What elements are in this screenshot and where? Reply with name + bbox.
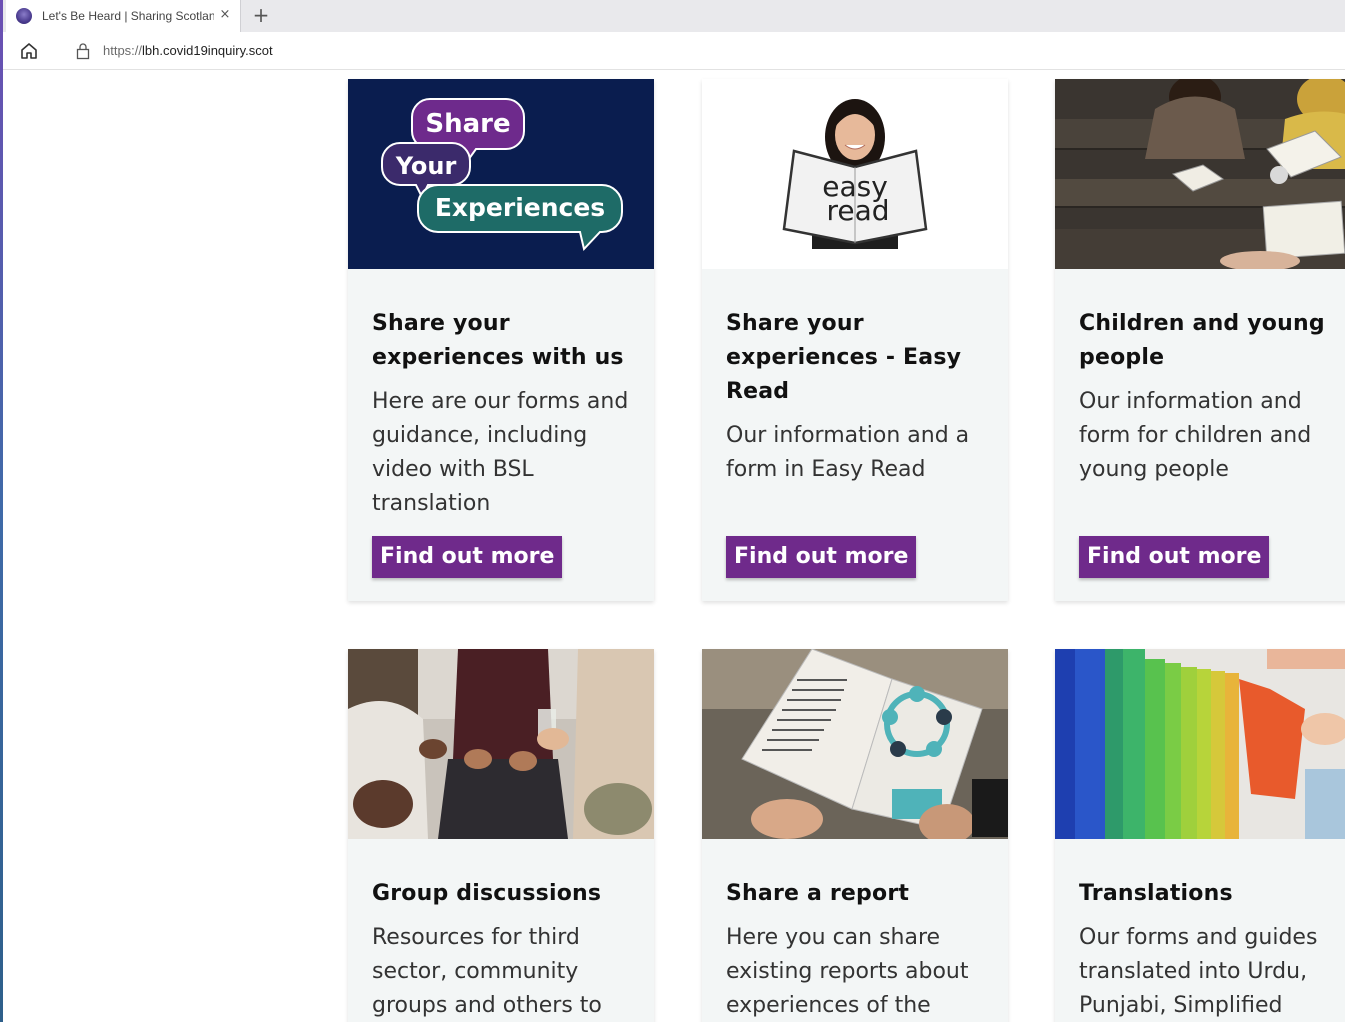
young-people-photo xyxy=(1055,79,1345,269)
easy-read-read-text: read xyxy=(826,194,889,227)
card-title: Share a report xyxy=(726,881,910,906)
logo-experiences-text: Experiences xyxy=(435,193,605,222)
new-tab-icon[interactable]: + xyxy=(251,5,271,25)
address-bar: https://lbh.covid19inquiry.scot xyxy=(3,32,1345,70)
card-description: Our forms and guides translated into Urd… xyxy=(1079,925,1318,1018)
site-favicon-icon xyxy=(16,8,32,24)
easy-read-photo: easy read xyxy=(702,79,1008,269)
find-out-more-button[interactable]: Find out more xyxy=(726,536,917,578)
card-title: Translations xyxy=(1079,881,1233,906)
card-share-experiences: Share Your Experiences Share your experi… xyxy=(348,79,654,601)
card-title: Share your experiences - Easy Read xyxy=(726,311,962,404)
home-icon[interactable] xyxy=(19,41,39,61)
card-description: Our information and form for children an… xyxy=(1079,389,1312,482)
card-description: Our information and a form in Easy Read xyxy=(726,423,970,482)
card-title: Children and young people xyxy=(1079,311,1325,370)
card-title: Share your experiences with us xyxy=(372,311,624,370)
card-translations: Translations Our forms and guides transl… xyxy=(1055,649,1345,1022)
browser-tab[interactable]: Let's Be Heard | Sharing Scotland × xyxy=(6,0,241,32)
card-description: Here you can share existing reports abou… xyxy=(726,925,969,1018)
report-photo xyxy=(702,649,1008,839)
tab-title: Let's Be Heard | Sharing Scotland xyxy=(42,9,214,23)
lock-icon[interactable] xyxy=(75,42,91,60)
card-easy-read: easy read Share your experiences - Easy … xyxy=(702,79,1008,601)
window-edge xyxy=(0,0,3,1022)
url-host: lbh.covid19inquiry.scot xyxy=(142,43,273,58)
close-tab-icon[interactable]: × xyxy=(218,8,232,22)
card-description: Resources for third sector, community gr… xyxy=(372,925,602,1018)
card-children-young-people: Children and young people Our informatio… xyxy=(1055,79,1345,601)
find-out-more-button[interactable]: Find out more xyxy=(372,536,563,578)
card-description: Here are our forms and guidance, includi… xyxy=(372,389,629,516)
find-out-more-button[interactable]: Find out more xyxy=(1079,536,1270,578)
books-photo xyxy=(1055,649,1345,839)
card-share-report: Share a report Here you can share existi… xyxy=(702,649,1008,1022)
card-group-discussions: Group discussions Resources for third se… xyxy=(348,649,654,1022)
card-title: Group discussions xyxy=(372,881,602,906)
logo-share-text: Share xyxy=(425,109,510,139)
url-scheme: https:// xyxy=(103,43,143,58)
share-your-experiences-logo: Share Your Experiences xyxy=(348,79,654,269)
tab-bar: Let's Be Heard | Sharing Scotland × + xyxy=(3,0,1345,32)
url-field[interactable]: https://lbh.covid19inquiry.scot xyxy=(103,43,273,58)
logo-your-text: Your xyxy=(395,152,457,180)
group-discussion-photo xyxy=(348,649,654,839)
